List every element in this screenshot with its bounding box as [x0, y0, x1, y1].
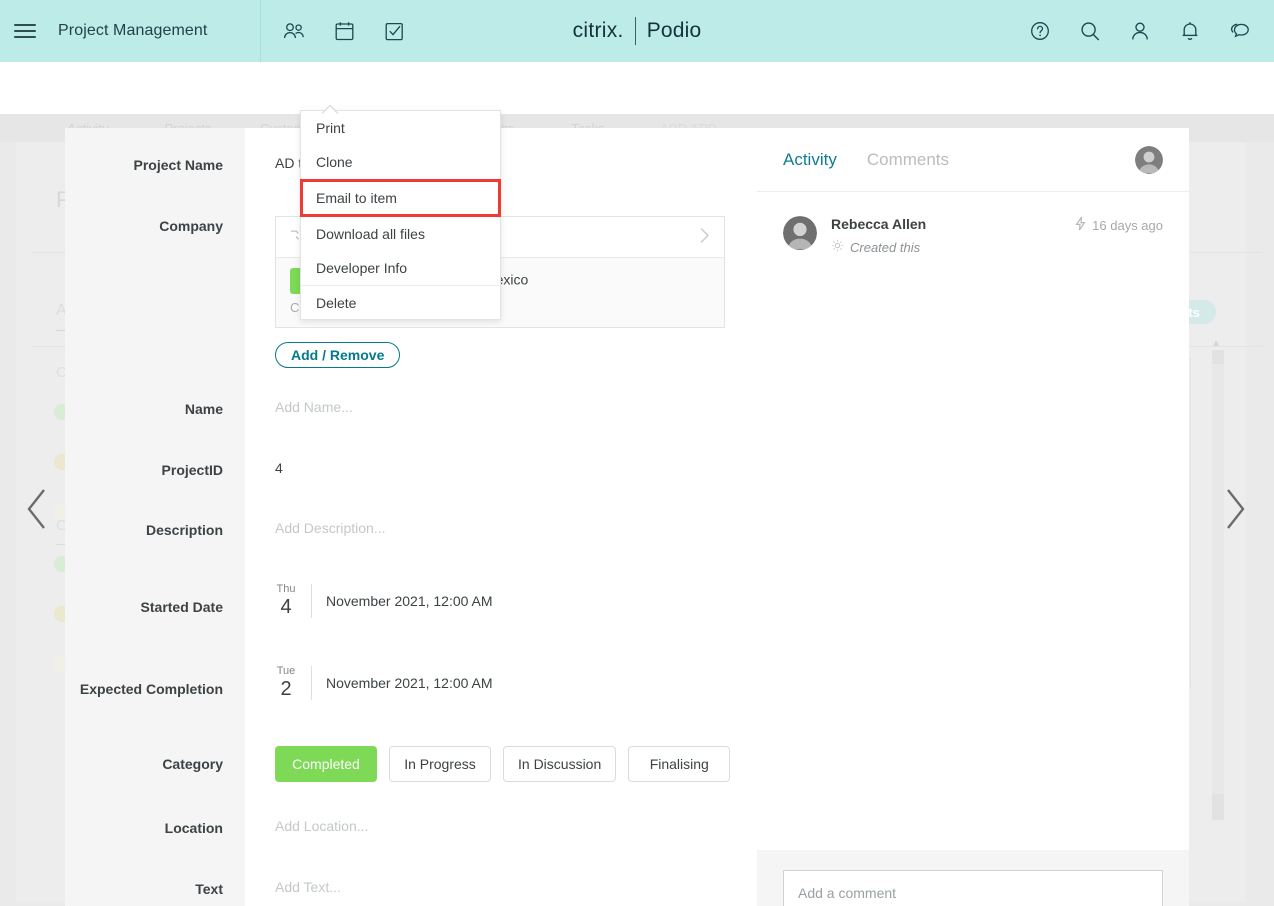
activity-timestamp: 16 days ago — [1075, 216, 1163, 234]
menu-item-developer-info[interactable]: Developer Info — [301, 251, 500, 285]
tasks-icon[interactable] — [382, 19, 406, 43]
started-date-value[interactable]: Thu 4 November 2021, 12:00 AM — [267, 583, 493, 618]
notifications-icon[interactable] — [1178, 19, 1202, 43]
item-toolbar — [0, 62, 1274, 114]
field-value[interactable]: Tue 2 November 2021, 12:00 AM — [245, 665, 493, 700]
expected-date-day: 2 — [280, 678, 292, 700]
menu-item-download-all-files[interactable]: Download all files — [301, 217, 500, 251]
field-label: Company — [159, 218, 223, 234]
category-option-completed[interactable]: Completed — [275, 746, 377, 782]
workspace-title: Project Management — [58, 22, 208, 39]
menu-item-delete[interactable]: Delete — [301, 285, 500, 319]
category-option-in-discussion[interactable]: In Discussion — [503, 746, 617, 782]
date-divider — [311, 665, 312, 700]
category-option-in-progress[interactable]: In Progress — [389, 746, 491, 782]
started-date-daybox: Thu 4 — [267, 583, 305, 618]
field-label: Project Name — [133, 157, 223, 173]
hamburger-icon[interactable] — [14, 20, 36, 42]
field-description: Description Add Description... — [65, 520, 757, 538]
activity-action: Created this — [831, 239, 1163, 255]
field-value: Completed In Progress In Discussion Fina… — [245, 746, 731, 782]
project-id-value[interactable]: 4 — [245, 460, 283, 478]
menu-item-clone[interactable]: Clone — [301, 145, 500, 179]
dropdown-arrow — [321, 101, 339, 114]
podio-wordmark: Podio — [646, 19, 702, 42]
previous-item-arrow[interactable] — [24, 486, 50, 537]
actions-dropdown-menu: Print Clone Email to item Download all f… — [300, 110, 501, 320]
text-input[interactable]: Add Text... — [245, 879, 341, 897]
field-label: ProjectID — [161, 462, 223, 478]
search-icon[interactable] — [1078, 19, 1102, 43]
app-root: Activity Projects Customer Employees Mee… — [0, 0, 1274, 906]
background-scroll-up-arrow: ▲ — [1211, 338, 1221, 349]
expected-date-daybox: Tue 2 — [267, 665, 305, 700]
add-remove-button[interactable]: Add / Remove — [275, 342, 401, 368]
avatar — [783, 216, 817, 250]
activity-panel: Activity Comments Rebecca Allen 16 days … — [757, 128, 1189, 906]
field-category: Category Completed In Progress In Discus… — [65, 746, 757, 782]
field-value[interactable]: Thu 4 November 2021, 12:00 AM — [245, 583, 493, 618]
field-label: Text — [195, 881, 223, 897]
expected-date-value[interactable]: Tue 2 November 2021, 12:00 AM — [267, 665, 493, 700]
item-detail-modal: Project Name AD to SharePoint Company — [65, 128, 1189, 906]
calendar-icon[interactable] — [332, 19, 356, 43]
background-scrollbar[interactable] — [1212, 350, 1224, 820]
header-divider — [260, 0, 261, 62]
field-expected-completion: Expected Completion Tue 2 November 2021,… — [65, 665, 757, 700]
category-option-finalising[interactable]: Finalising — [628, 746, 731, 782]
tab-activity[interactable]: Activity — [783, 150, 837, 170]
field-location: Location Add Location... — [65, 818, 757, 836]
bolt-icon — [1075, 216, 1086, 234]
category-options: Completed In Progress In Discussion Fina… — [275, 746, 731, 782]
activity-tabs: Activity Comments — [757, 128, 1189, 192]
current-user-avatar[interactable] — [1135, 145, 1163, 174]
chevron-right-icon[interactable] — [699, 227, 710, 247]
activity-time-text: 16 days ago — [1092, 217, 1163, 233]
comment-input[interactable]: Add a comment — [783, 870, 1163, 906]
field-text: Text Add Text... — [65, 879, 757, 897]
location-input[interactable]: Add Location... — [245, 818, 368, 836]
profile-icon[interactable] — [1128, 19, 1152, 43]
field-project-id: ProjectID 4 — [65, 460, 757, 478]
started-date-day: 4 — [280, 596, 292, 618]
description-input[interactable]: Add Description... — [245, 520, 386, 538]
expected-date-text: November 2021, 12:00 AM — [326, 674, 493, 691]
menu-item-print[interactable]: Print — [301, 111, 500, 145]
field-label: Category — [162, 756, 223, 772]
started-date-text: November 2021, 12:00 AM — [326, 592, 493, 609]
comment-composer: Add a comment — [757, 850, 1189, 906]
field-name: Name Add Name... — [65, 399, 757, 417]
next-item-arrow[interactable] — [1222, 486, 1248, 537]
started-date-weekday: Thu — [276, 583, 296, 595]
brand-separator — [634, 17, 636, 45]
date-divider — [311, 583, 312, 618]
help-icon[interactable] — [1028, 19, 1052, 43]
header-right-icons — [1028, 0, 1252, 62]
top-header: Project Management citrix. Podio — [0, 0, 1274, 62]
background-scrollbar-thumb[interactable] — [1212, 364, 1224, 794]
tab-comments[interactable]: Comments — [867, 150, 949, 170]
field-started-date: Started Date Thu 4 November 2021, 12:00 … — [65, 583, 757, 618]
activity-feed: Rebecca Allen 16 days ago Created this — [757, 192, 1189, 850]
menu-item-email-to-item[interactable]: Email to item — [300, 179, 501, 217]
activity-entry: Rebecca Allen 16 days ago Created this — [783, 216, 1163, 255]
citrix-wordmark: citrix. — [572, 19, 624, 42]
activity-action-text: Created this — [850, 239, 921, 255]
field-label: Location — [164, 820, 223, 836]
expected-date-weekday: Tue — [276, 665, 296, 677]
sparkle-icon — [831, 239, 844, 255]
field-label: Started Date — [140, 599, 223, 615]
chat-icon[interactable] — [1228, 19, 1252, 43]
header-left-icons — [282, 0, 406, 62]
field-label: Description — [145, 522, 223, 538]
field-label: Name — [184, 401, 223, 417]
field-label: Expected Completion — [79, 681, 223, 697]
name-input[interactable]: Add Name... — [245, 399, 353, 417]
activity-author: Rebecca Allen — [831, 216, 927, 232]
people-icon[interactable] — [282, 19, 306, 43]
